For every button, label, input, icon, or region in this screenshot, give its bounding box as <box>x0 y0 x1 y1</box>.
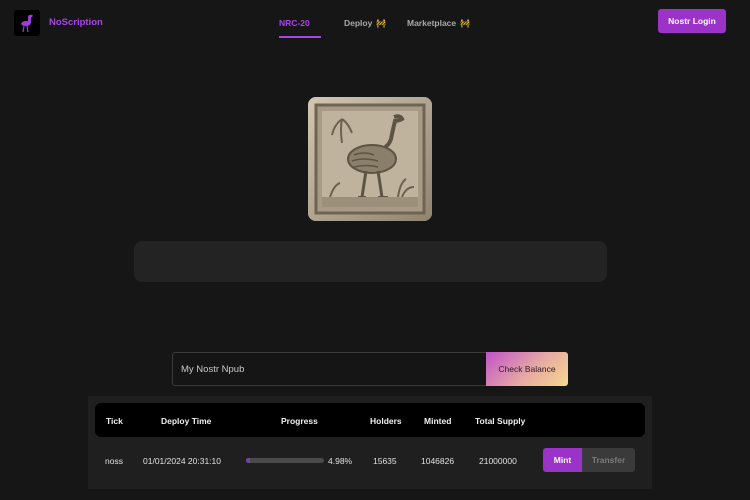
minted-cell: 1046826 <box>421 456 455 466</box>
column-header-tick: Tick <box>106 416 123 426</box>
logo[interactable] <box>14 10 40 36</box>
tab-deploy[interactable]: Deploy 🚧 <box>344 18 386 28</box>
brand-name[interactable]: NoScription <box>49 17 103 28</box>
transfer-button[interactable]: Transfer <box>582 448 635 472</box>
token-table: Tick Deploy Time Progress Holders Minted… <box>88 396 652 489</box>
active-tab-indicator <box>279 36 321 38</box>
table-header: Tick Deploy Time Progress Holders Minted… <box>95 403 645 437</box>
ostrich-logo-icon <box>21 14 33 33</box>
ostrich-stone-relief-icon <box>308 97 432 221</box>
holders-cell: 15635 <box>373 456 397 466</box>
construction-icon: 🚧 <box>376 19 387 28</box>
nostr-login-button[interactable]: Nostr Login <box>658 9 726 33</box>
tab-deploy-label: Deploy <box>344 18 373 28</box>
column-header-deploy-time: Deploy Time <box>161 416 212 426</box>
tab-nrc-20[interactable]: NRC-20 <box>279 18 310 28</box>
info-panel <box>134 241 607 282</box>
column-header-holders: Holders <box>370 416 402 426</box>
progress-percent: 4.98% <box>328 456 353 466</box>
tab-marketplace-label: Marketplace <box>407 18 457 28</box>
npub-input[interactable] <box>172 352 486 386</box>
tab-marketplace[interactable]: Marketplace 🚧 <box>407 18 470 28</box>
progress-bar-fill <box>246 458 250 463</box>
hero-image <box>308 97 432 221</box>
total-supply-cell: 21000000 <box>479 456 517 466</box>
progress-bar <box>246 458 324 463</box>
column-header-minted: Minted <box>424 416 452 426</box>
column-header-progress: Progress <box>281 416 318 426</box>
tab-nrc-20-label: NRC-20 <box>279 18 310 28</box>
deploy-time-cell: 01/01/2024 20:31:10 <box>143 456 221 466</box>
check-balance-button[interactable]: Check Balance <box>486 352 568 386</box>
tick-cell: noss <box>105 456 123 466</box>
construction-icon: 🚧 <box>460 19 471 28</box>
mint-button[interactable]: Mint <box>543 448 582 472</box>
column-header-total-supply: Total Supply <box>475 416 526 426</box>
